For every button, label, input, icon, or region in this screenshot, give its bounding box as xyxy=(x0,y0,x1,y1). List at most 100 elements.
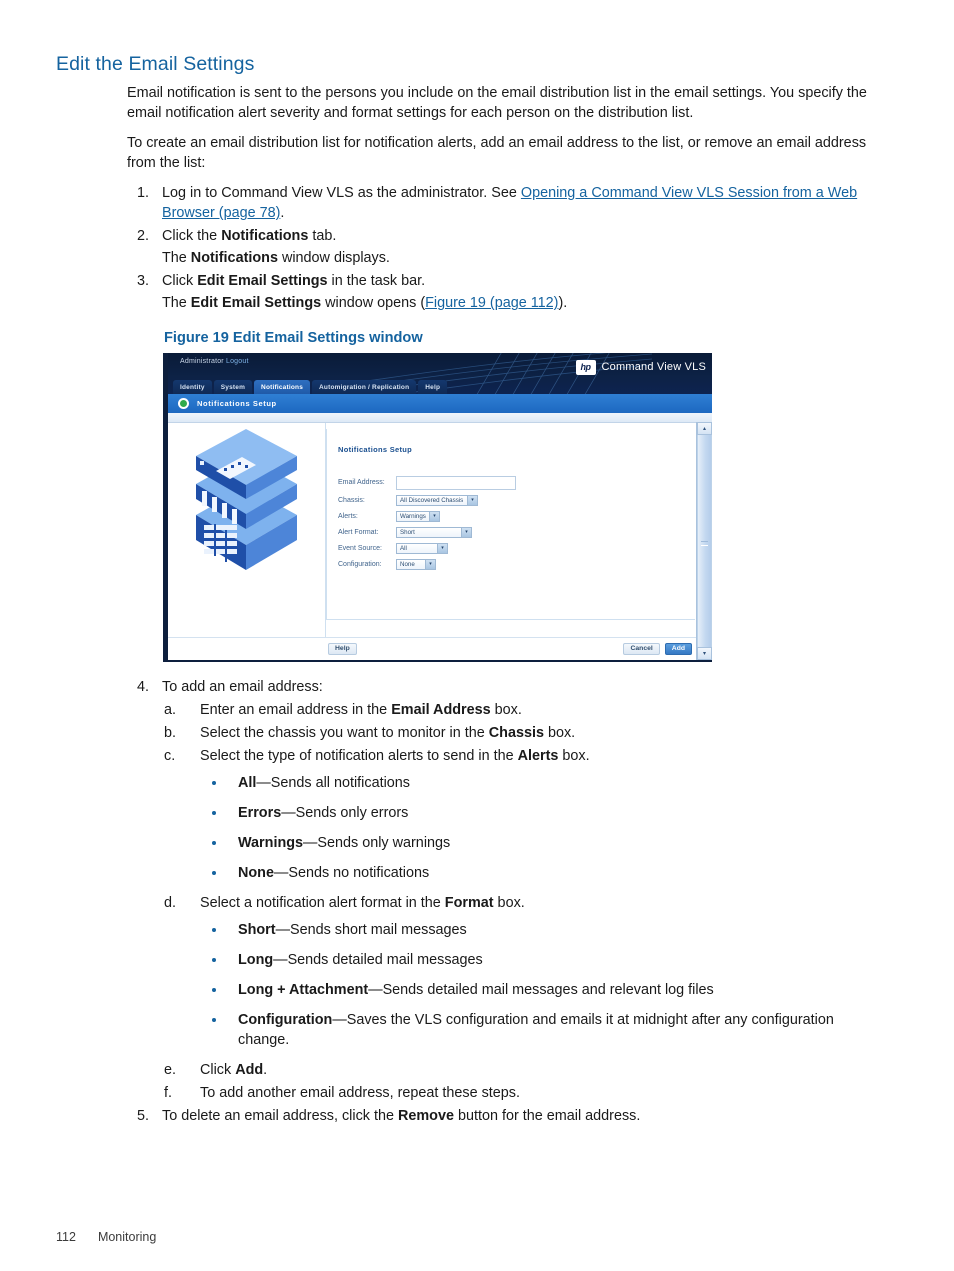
alert-format-select[interactable]: Short ▾ xyxy=(396,526,472,538)
step-3-text-a: Click xyxy=(162,272,198,289)
step-4e-number: e. xyxy=(164,1061,177,1078)
alerts-select[interactable]: Warnings ▾ xyxy=(396,510,440,522)
app-tab-bar: Identity System Notifications Automigrat… xyxy=(173,379,448,394)
email-address-input[interactable] xyxy=(396,475,516,490)
list-item: All—Sends all notifications xyxy=(200,773,886,793)
format-option-desc: —Sends short mail messages xyxy=(275,921,467,938)
format-option-term: Long xyxy=(238,951,274,968)
chassis-select[interactable]: All Discovered Chassis ▾ xyxy=(396,494,478,506)
format-option-term: Long + Attachment xyxy=(238,981,369,998)
footer-page-number: 112 xyxy=(56,1230,76,1244)
chevron-down-icon: ▾ xyxy=(461,527,471,537)
page-title: Edit the Email Settings xyxy=(56,53,255,75)
configuration-select[interactable]: None ▾ xyxy=(396,558,436,570)
document-page: Edit the Email Settings Email notificati… xyxy=(0,0,954,1271)
step-4d-text-b: box. xyxy=(493,894,525,911)
alerts-select-value: Warnings xyxy=(400,512,426,520)
format-option-term: Short xyxy=(238,921,276,938)
step-5-text-a: To delete an email address, click the xyxy=(162,1107,398,1124)
form-panel-title: Notifications Setup xyxy=(338,444,413,454)
tab-automigration-replication[interactable]: Automigration / Replication xyxy=(312,379,417,394)
page-footer: 112 Monitoring xyxy=(56,1230,156,1244)
bullet-icon xyxy=(212,810,216,815)
help-button[interactable]: Help xyxy=(328,642,357,656)
chevron-down-icon: ▾ xyxy=(425,559,435,569)
step-3-note: The Edit Email Settings window opens (Fi… xyxy=(162,294,886,314)
step-5-bold: Remove xyxy=(397,1107,454,1124)
step-3-note-b: window opens ( xyxy=(321,295,426,312)
bullet-icon xyxy=(212,927,216,932)
footer-chapter: Monitoring xyxy=(97,1230,157,1244)
step-2: 2. Click the Notifications tab. The Noti… xyxy=(127,227,886,269)
tab-system[interactable]: System xyxy=(213,379,253,394)
step-2-note-bold: Notifications xyxy=(190,250,278,267)
event-source-select[interactable]: All ▾ xyxy=(396,542,448,554)
alert-format-select-value: Short xyxy=(400,528,415,536)
alert-option-desc: —Sends only warnings xyxy=(303,834,451,851)
cancel-button[interactable]: Cancel xyxy=(623,642,660,656)
step-4e-text-b: . xyxy=(263,1061,268,1078)
step-4f-text-a: To add another email address, repeat the… xyxy=(200,1084,520,1101)
tab-identity[interactable]: Identity xyxy=(173,379,212,394)
step-1-text-b: . xyxy=(280,204,285,221)
alert-option-term: None xyxy=(238,864,274,881)
step-1-text-a: Log in to Command View VLS as the admini… xyxy=(162,185,521,202)
step-4d-bold: Format xyxy=(444,894,494,911)
alert-option-term: Warnings xyxy=(238,834,304,851)
step-4b-text-b: box. xyxy=(543,724,576,741)
step-4c-bold: Alerts xyxy=(517,747,559,764)
app-header: Administrator Logout hp Command View VLS… xyxy=(168,352,712,394)
list-item: Errors—Sends only errors xyxy=(200,803,886,823)
label-alerts: Alerts: xyxy=(338,512,358,520)
tab-help[interactable]: Help xyxy=(418,379,448,394)
list-item: Long + Attachment—Sends detailed mail me… xyxy=(200,980,886,1000)
step-2-text-a: Click the xyxy=(162,227,222,244)
chevron-down-icon: ▾ xyxy=(467,495,477,505)
step-4: 4. To add an email address: a. Enter an … xyxy=(127,678,886,1104)
label-configuration: Configuration: xyxy=(338,560,382,568)
step-2-note-b: window displays. xyxy=(277,250,390,267)
step-2-note: The Notifications window displays. xyxy=(162,249,886,269)
step-4c-text-a: Select the type of notification alerts t… xyxy=(200,747,518,764)
form-row-configuration: Configuration: None ▾ xyxy=(338,558,712,570)
step-4-sublist: a. Enter an email address in the Email A… xyxy=(162,700,886,1104)
figure-reference-link[interactable]: Figure 19 (page 112) xyxy=(425,295,558,311)
vertical-scrollbar[interactable]: ▴ ▾ xyxy=(696,421,712,660)
step-4a-text-b: box. xyxy=(490,701,522,718)
step-4a-text-a: Enter an email address in the xyxy=(200,701,392,718)
scroll-up-arrow-icon[interactable]: ▴ xyxy=(697,421,712,435)
scroll-down-arrow-icon[interactable]: ▾ xyxy=(697,646,712,660)
event-source-select-value: All xyxy=(400,544,407,552)
step-4e-bold: Add xyxy=(235,1061,264,1078)
form-row-chassis: Chassis: All Discovered Chassis ▾ xyxy=(338,494,712,506)
add-button[interactable]: Add xyxy=(664,642,692,656)
form-row-event-source: Event Source: All ▾ xyxy=(338,542,712,554)
step-2-note-a: The xyxy=(162,250,191,267)
step-2-text-b: tab. xyxy=(308,227,337,244)
logout-link[interactable]: Logout xyxy=(226,358,249,365)
chevron-down-icon: ▾ xyxy=(437,543,447,553)
step-4-number: 4. xyxy=(136,678,149,695)
tab-notifications[interactable]: Notifications xyxy=(254,379,311,394)
figure-wrapper: Administrator Logout hp Command View VLS… xyxy=(56,352,886,662)
alert-option-desc: —Sends only errors xyxy=(281,804,409,821)
intro-paragraph-2: To create an email distribution list for… xyxy=(127,135,867,171)
step-4d-text-a: Select a notification alert format in th… xyxy=(200,894,445,911)
step-4b-bold: Chassis xyxy=(488,724,544,741)
label-chassis: Chassis: xyxy=(338,496,365,504)
procedure-list-continued: 4. To add an email address: a. Enter an … xyxy=(56,678,886,1126)
status-ok-icon xyxy=(178,397,189,409)
step-4e-text-a: Click xyxy=(200,1061,236,1078)
bullet-icon xyxy=(212,987,216,992)
label-email-address: Email Address: xyxy=(338,479,385,487)
chevron-down-icon: ▾ xyxy=(429,511,439,521)
step-3-number: 3. xyxy=(136,272,149,289)
format-options-list: Short—Sends short mail messages Long—Sen… xyxy=(200,920,886,1050)
notifications-form-pane: Notifications Setup Email Address: Chass… xyxy=(325,422,712,660)
scrollbar-thumb[interactable] xyxy=(697,434,712,647)
alert-option-term: Errors xyxy=(238,804,282,821)
step-1-number: 1. xyxy=(136,185,149,202)
scrollbar-grip xyxy=(701,540,708,546)
form-panel-border xyxy=(326,428,695,620)
app-button-bar: Help Cancel Add xyxy=(168,636,712,660)
